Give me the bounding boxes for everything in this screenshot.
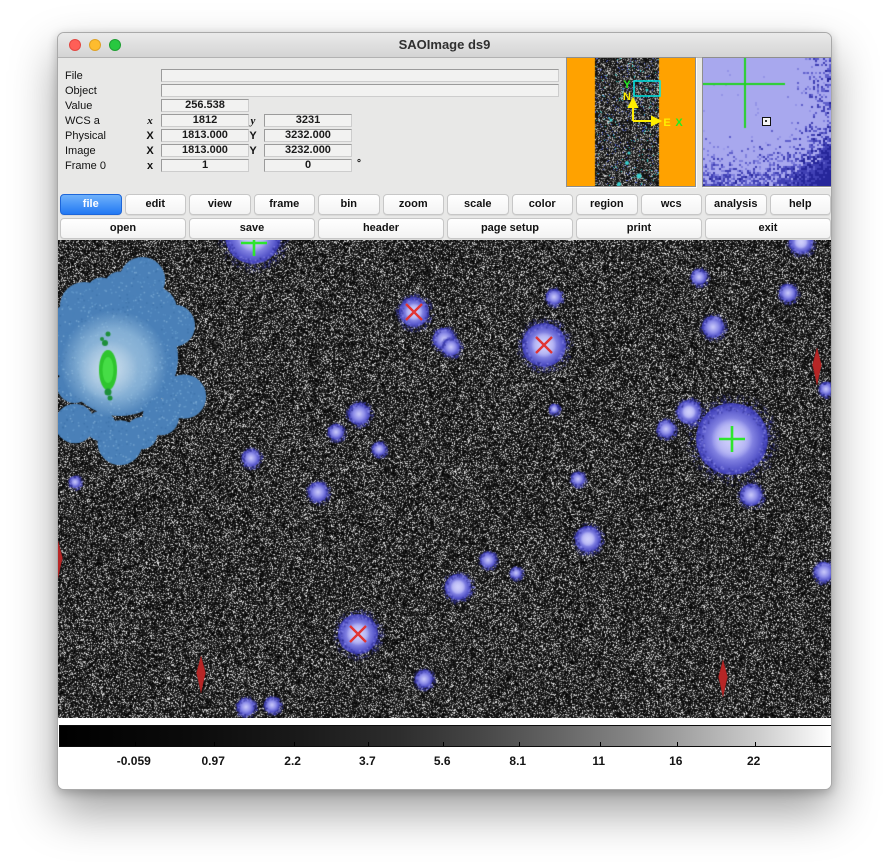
file-label: File [65, 70, 83, 82]
menu-analysis[interactable]: analysis [705, 194, 767, 215]
print-button[interactable]: print [576, 218, 702, 239]
magnifier[interactable] [702, 57, 832, 187]
frame-rotate-field: 0 [264, 159, 352, 172]
frame-zoom-field: 1 [161, 159, 249, 172]
colorbar-tick-label: 8.1 [509, 754, 526, 768]
image-y-label: Y [246, 145, 260, 157]
menu-bin[interactable]: bin [318, 194, 380, 215]
close-button[interactable] [69, 39, 81, 51]
object-label: Object [65, 85, 97, 97]
image-viewport[interactable] [58, 240, 832, 718]
panner[interactable]: Y N E X [566, 57, 696, 187]
menu-bar: file edit view frame bin zoom scale colo… [60, 194, 831, 215]
colorbar-tick-mark [443, 742, 444, 746]
frame-label: Frame 0 [65, 160, 106, 172]
image-y-field: 3232.000 [264, 144, 352, 157]
colorbar-tick-mark [677, 742, 678, 746]
minimize-button[interactable] [89, 39, 101, 51]
colorbar-tick-label: 3.7 [359, 754, 376, 768]
wcs-x-label: x [143, 115, 157, 127]
frame-x-label: x [143, 160, 157, 172]
colorbar-tick-mark [755, 742, 756, 746]
save-button[interactable]: save [189, 218, 315, 239]
menu-scale[interactable]: scale [447, 194, 509, 215]
menu-color[interactable]: color [512, 194, 574, 215]
menu-region[interactable]: region [576, 194, 638, 215]
menu-wcs[interactable]: wcs [641, 194, 703, 215]
colorbar-tick-label: -0.059 [117, 754, 151, 768]
degree-symbol: ° [357, 158, 361, 169]
colorbar-tick-mark [368, 742, 369, 746]
colorbar-tick-mark [600, 742, 601, 746]
menu-edit[interactable]: edit [125, 194, 187, 215]
colorbar-tick-mark [135, 742, 136, 746]
page-setup-button[interactable]: page setup [447, 218, 573, 239]
colorbar-tick-mark [519, 742, 520, 746]
colorbar-tick-label: 16 [669, 754, 682, 768]
image-x-label: X [143, 145, 157, 157]
physical-x-field: 1813.000 [161, 129, 249, 142]
file-field [161, 69, 559, 82]
physical-y-field: 3232.000 [264, 129, 352, 142]
colorbar-tick-mark [294, 742, 295, 746]
magnifier-cursor [762, 117, 771, 126]
exit-button[interactable]: exit [705, 218, 831, 239]
physical-x-label: X [143, 130, 157, 142]
physical-label: Physical [65, 130, 106, 142]
ds9-window: SAOImage ds9 File Object Value 256.538 W… [57, 32, 832, 790]
window-title: SAOImage ds9 [58, 33, 831, 57]
menu-help[interactable]: help [770, 194, 832, 215]
panner-canvas[interactable] [567, 58, 695, 186]
image-x-field: 1813.000 [161, 144, 249, 157]
wcs-y-label: y [246, 115, 260, 127]
menu-file[interactable]: file [60, 194, 122, 215]
header-button[interactable]: header [318, 218, 444, 239]
title-bar[interactable]: SAOImage ds9 [58, 33, 831, 58]
wcs-label: WCS a [65, 115, 100, 127]
object-field [161, 84, 559, 97]
file-bar: open save header page setup print exit [60, 218, 831, 239]
physical-y-label: Y [246, 130, 260, 142]
colorbar-tick-label: 2.2 [284, 754, 301, 768]
wcs-x-field: 1812 [161, 114, 249, 127]
colorbar-tick-label: 0.97 [202, 754, 225, 768]
colorbar-tick-mark [214, 742, 215, 746]
value-label: Value [65, 100, 92, 112]
colorbar[interactable] [59, 725, 832, 747]
menu-view[interactable]: view [189, 194, 251, 215]
menu-frame[interactable]: frame [254, 194, 316, 215]
wcs-y-field: 3231 [264, 114, 352, 127]
value-field: 256.538 [161, 99, 249, 112]
colorbar-section: -0.059 0.97 2.2 3.7 5.6 8.1 11 16 22 [58, 718, 832, 790]
open-button[interactable]: open [60, 218, 186, 239]
colorbar-tick-label: 11 [592, 754, 605, 768]
zoom-window-button[interactable] [109, 39, 121, 51]
menu-zoom[interactable]: zoom [383, 194, 445, 215]
colorbar-tick-label: 5.6 [434, 754, 451, 768]
main-image-canvas[interactable] [58, 240, 832, 718]
image-label: Image [65, 145, 96, 157]
colorbar-tick-label: 22 [747, 754, 760, 768]
